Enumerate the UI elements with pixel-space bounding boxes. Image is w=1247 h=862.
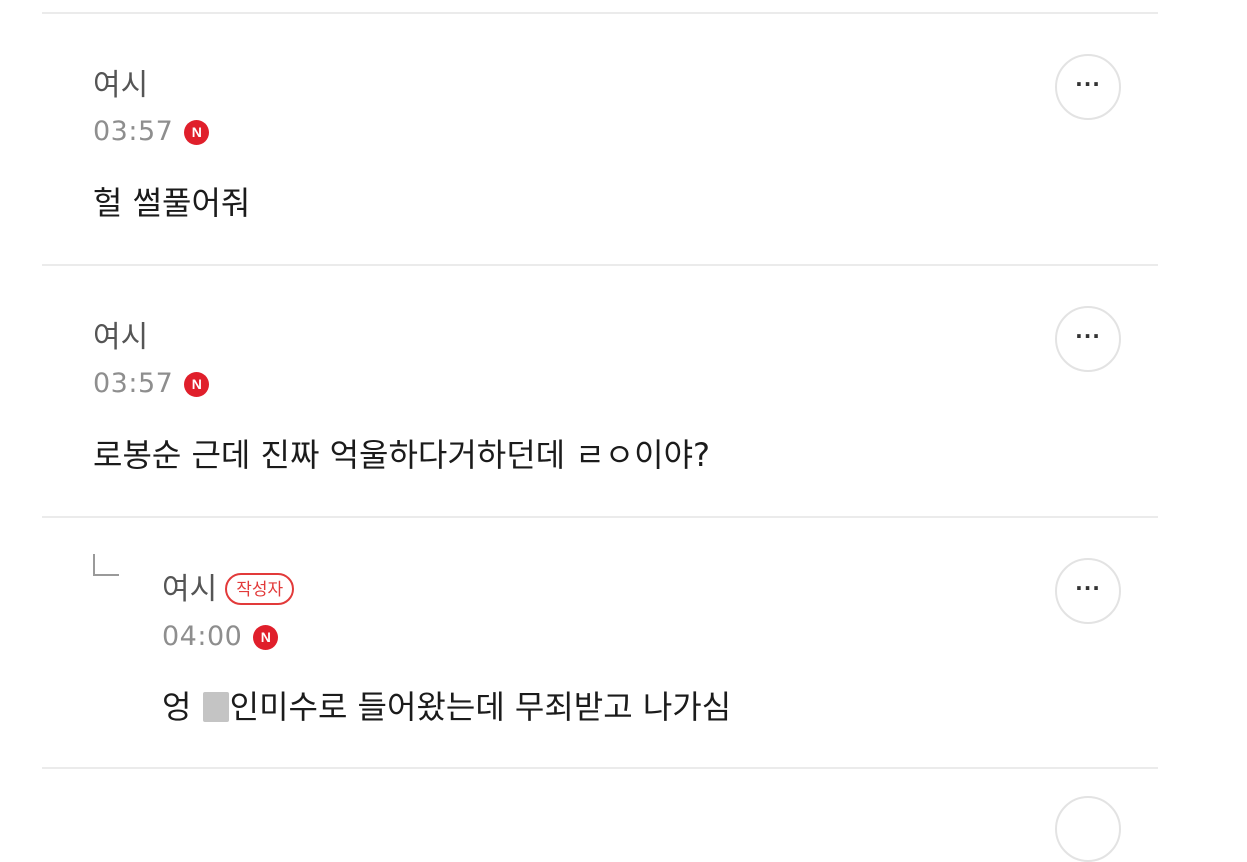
more-options-button[interactable]: ··· [1055,54,1121,120]
author-badge: 작성자 [225,573,295,605]
comment-text: 엉 인미수로 들어왔는데 무죄받고 나가심 [162,687,731,727]
comment-author[interactable]: 여시 [93,68,148,104]
more-options-button[interactable]: ··· [1055,558,1121,624]
comment-time: 04:00 [162,621,243,652]
new-badge: N [184,371,210,397]
comment-meta: 03:57 N [93,116,210,148]
comment-time: 03:57 [93,116,174,147]
new-badge: N [253,624,279,650]
comment-author: 여시 작성자 [162,572,295,608]
censored-block [202,692,229,722]
divider [42,767,1158,769]
comment-text-start: 엉 [162,688,202,726]
comment-text-end: 인미수로 들어왔는데 무죄받고 나가심 [229,688,732,726]
comment-time: 03:57 [93,368,174,399]
comment-text: 헐 썰풀어줘 [93,184,251,222]
new-badge: N [184,119,210,145]
divider [42,516,1158,518]
more-horizontal-icon: ··· [1075,72,1101,96]
comment-meta: 04:00 N [162,621,279,653]
more-horizontal-icon: ··· [1075,576,1101,600]
reply-arrow-icon [93,554,119,576]
more-horizontal-icon: ··· [1075,324,1101,348]
more-options-button[interactable]: ··· [1055,306,1121,372]
divider [42,264,1158,266]
reply-author-name[interactable]: 여시 [162,572,217,607]
comment-text: 로봉순 근데 진짜 억울하다거하던데 ㄹㅇ이야? [93,436,711,474]
more-options-button-partial[interactable] [1055,796,1121,862]
comment-meta: 03:57 N [93,368,210,400]
comment-author[interactable]: 여시 [93,320,148,356]
divider-top [42,12,1158,14]
